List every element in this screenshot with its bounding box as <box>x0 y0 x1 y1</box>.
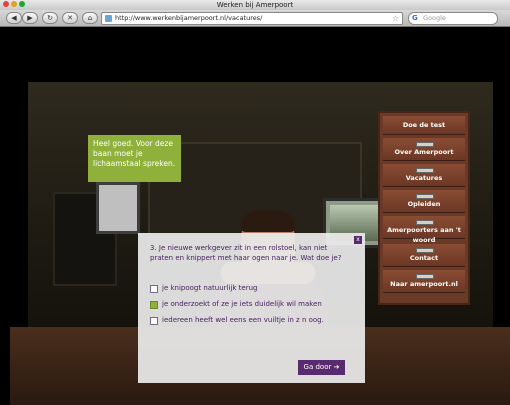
menu-item-label: Over Amerpoort <box>394 148 454 156</box>
close-dialog-button[interactable]: x <box>354 236 362 244</box>
menu-item-over-amerpoort[interactable]: Over Amerpoort <box>383 138 465 161</box>
menu-item-label: Vacatures <box>405 174 443 182</box>
answer-option-1[interactable]: je knipoogt natuurlijk terug <box>150 284 355 294</box>
browser-toolbar: ◀ ▶ ↻ ✕ ⌂ http://www.werkenbijamerpoort.… <box>0 10 510 27</box>
menu-item-amerpoorters[interactable]: Amerpoorters aan 't woord <box>383 216 465 244</box>
reload-button[interactable]: ↻ <box>42 12 58 24</box>
menu-item-label: Naar amerpoort.nl <box>390 280 458 288</box>
menu-item-naar-amerpoort[interactable]: Naar amerpoort.nl <box>383 270 465 293</box>
checkbox[interactable] <box>150 285 158 293</box>
window-title: Werken bij Amerpoort <box>216 1 294 9</box>
question-text: 3. Je nieuwe werkgever zit in een rolsto… <box>150 244 342 262</box>
answer-label: je onderzoekt of ze je iets duidelijk wi… <box>162 300 322 308</box>
left-sidebar-strip <box>0 27 10 405</box>
favicon-icon <box>105 15 112 22</box>
answer-label: je knipoogt natuurlijk terug <box>162 284 258 292</box>
home-button[interactable]: ⌂ <box>82 12 98 24</box>
picture-frame <box>96 182 140 234</box>
answer-option-2[interactable]: je onderzoekt of ze je iets duidelijk wi… <box>150 300 355 310</box>
menu-item-vacatures[interactable]: Vacatures <box>383 164 465 187</box>
checkbox[interactable] <box>150 317 158 325</box>
menu-item-label: Opleiden <box>407 200 441 208</box>
video-stage: ◀) Heel goed. Voor deze baan moet je lic… <box>10 27 510 405</box>
stop-button[interactable]: ✕ <box>62 12 78 24</box>
feedback-text: Heel goed. Voor deze baan moet je lichaa… <box>93 139 176 168</box>
forward-button[interactable]: ▶ <box>22 12 38 24</box>
answer-label: iedereen heeft wel eens een vuiltje in z… <box>162 316 324 324</box>
checkbox-checked[interactable] <box>150 301 158 309</box>
menu-item-contact[interactable]: Contact <box>383 244 465 267</box>
back-button[interactable]: ◀ <box>6 12 22 24</box>
menu-item-label: Contact <box>409 254 439 262</box>
feedback-bubble: Heel goed. Voor deze baan moet je lichaa… <box>88 135 181 182</box>
question-dialog: x 3. Je nieuwe werkgever zit in een rols… <box>138 233 365 383</box>
drawer-menu: Doe de test Over Amerpoort Vacatures Opl… <box>378 111 470 305</box>
search-field[interactable]: G Google <box>408 12 498 25</box>
bookmark-star-icon[interactable]: ☆ <box>392 13 399 24</box>
continue-button[interactable]: Ga door ➔ <box>298 360 345 375</box>
address-bar[interactable]: http://www.werkenbijamerpoort.nl/vacatur… <box>101 12 403 25</box>
address-text: http://www.werkenbijamerpoort.nl/vacatur… <box>115 14 263 22</box>
menu-item-label: Amerpoorters aan 't woord <box>387 226 461 244</box>
menu-item-doe-de-test[interactable]: Doe de test <box>383 116 465 135</box>
menu-item-opleiden[interactable]: Opleiden <box>383 190 465 213</box>
answer-option-3[interactable]: iedereen heeft wel eens een vuiltje in z… <box>150 316 355 326</box>
menu-item-label: Doe de test <box>402 121 446 129</box>
search-placeholder: Google <box>423 14 446 22</box>
google-icon: G <box>412 14 418 22</box>
